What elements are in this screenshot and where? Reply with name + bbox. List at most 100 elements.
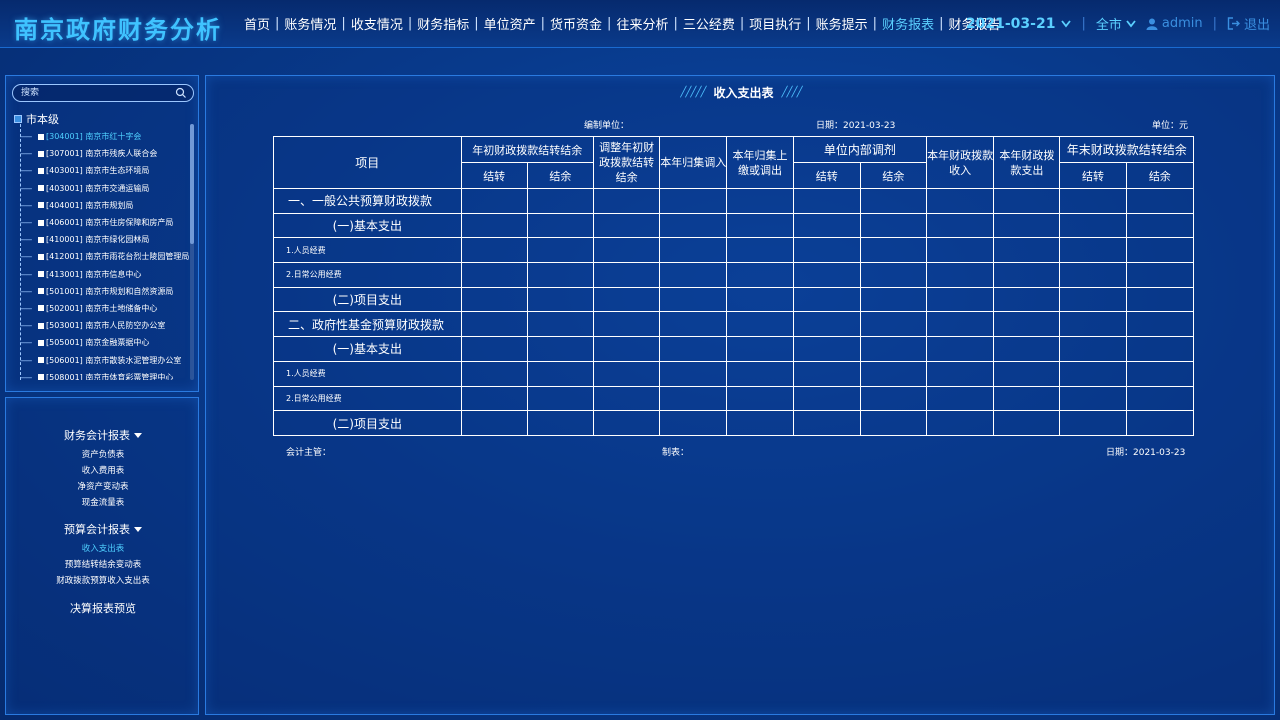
tree-connector: ------ (20, 183, 32, 193)
tree-item-label: [412001] 南京市雨花台烈士陵园管理局 (46, 252, 190, 262)
nav-item[interactable]: 货币资金 (546, 14, 606, 33)
table-cell (592, 237, 661, 264)
table-cell (659, 311, 728, 338)
tree-item[interactable]: ------ [503001] 南京市人民防空办公室 (20, 317, 190, 334)
region-selector[interactable]: 全市 (1096, 14, 1136, 33)
table-cell (993, 237, 1061, 264)
tree-scrollbar[interactable] (190, 124, 194, 380)
table-cell (993, 336, 1061, 362)
menu-item[interactable]: 现金流量表 (6, 495, 200, 511)
search-icon[interactable] (175, 87, 187, 99)
table-cell (993, 188, 1061, 214)
tree-item[interactable]: ------ [403001] 南京市交通运输局 (20, 180, 190, 197)
tree-connector: ------ (20, 132, 32, 142)
table-cell (526, 188, 595, 214)
col-header-expense: 本年财政拨款支出 (993, 136, 1061, 189)
main-nav: 首页 | 账务情况 | 收支情况 | 财务指标 | 单位资产 | 货币资金 | 往来分析 | 三公经费 | 项目… (240, 14, 1004, 33)
tree-connector: ------ (20, 269, 32, 279)
user-icon (1146, 18, 1158, 30)
header-right: 2021-03-21 | 全市 admin | 退出 (966, 14, 1270, 34)
table-cell (460, 237, 528, 264)
tree-connector: ------ (20, 218, 32, 228)
tree-item[interactable]: ------ [413001] 南京市信息中心 (20, 266, 190, 283)
table-cell (1125, 262, 1195, 288)
table-cell (659, 237, 728, 264)
table-cell (993, 286, 1061, 313)
tree-item[interactable]: ------ [506001] 南京市散装水泥管理办公室 (20, 351, 190, 368)
col-header-end-balance: 结余 (1125, 162, 1195, 189)
tree-item[interactable]: ------ [502001] 南京市土地储备中心 (20, 300, 190, 317)
table-row: (一)基本支出 (273, 336, 1195, 362)
table-cell (592, 286, 661, 313)
tree-item[interactable]: ------ [304001] 南京市红十字会 (20, 128, 190, 145)
node-icon (38, 322, 44, 329)
node-icon (38, 167, 44, 174)
tree-connector: ------ (20, 355, 32, 365)
table-cell (993, 360, 1061, 387)
tree-item[interactable]: ------ [307001] 南京市残疾人联合会 (20, 145, 190, 162)
search-input[interactable] (21, 86, 171, 100)
nav-item[interactable]: 收支情况 (347, 14, 407, 33)
tree-item-label: [406001] 南京市住房保障和房产局 (46, 218, 174, 228)
table-cell (993, 311, 1061, 338)
menu-title-budget[interactable]: 预算会计报表 (64, 521, 142, 537)
tree-item[interactable]: ------ [508001] 南京市体育彩票管理中心 (20, 369, 190, 380)
menu-item[interactable]: 资产负债表 (6, 447, 200, 463)
table-cell (726, 410, 794, 436)
table-cell (1059, 262, 1127, 288)
menu-item[interactable]: 净资产变动表 (6, 479, 200, 495)
collapse-icon (14, 115, 22, 123)
menu-item[interactable]: 收入费用表 (6, 463, 200, 479)
tree-item[interactable]: ------ [505001] 南京金融票据中心 (20, 334, 190, 351)
table-cell (659, 410, 728, 436)
table-cell (1125, 237, 1195, 264)
tree-connector: ------ (20, 321, 32, 331)
nav-item[interactable]: 账务情况 (280, 14, 340, 33)
table-cell (659, 385, 728, 412)
table-row: (二)项目支出 (273, 410, 1195, 436)
tree-connector: ------ (20, 149, 32, 159)
menu-item[interactable]: 财政拨款预算收入支出表 (6, 573, 200, 589)
tree-item[interactable]: ------ [501001] 南京市规划和自然资源局 (20, 283, 190, 300)
date-selector[interactable]: 2021-03-21 (966, 16, 1072, 32)
node-icon (38, 202, 44, 209)
row-label: 1.人员经费 (273, 237, 462, 264)
nav-item[interactable]: 三公经费 (679, 14, 739, 33)
nav-item[interactable]: 财务报表 (878, 14, 938, 33)
tree-item[interactable]: ------ [403001] 南京市生态环境局 (20, 162, 190, 179)
table-cell (792, 385, 861, 412)
nav-item[interactable]: 账务提示 (812, 14, 872, 33)
table-cell (1059, 360, 1127, 387)
menu-title-financial[interactable]: 财务会计报表 (64, 427, 142, 443)
table-cell (526, 262, 595, 288)
tree-item-label: [307001] 南京市残疾人联合会 (46, 149, 158, 159)
nav-item[interactable]: 往来分析 (612, 14, 672, 33)
nav-item[interactable]: 财务指标 (413, 14, 473, 33)
table-cell (592, 188, 661, 214)
user-menu[interactable]: admin (1146, 16, 1203, 31)
tree-item[interactable]: ------ [410001] 南京市绿化园林局 (20, 231, 190, 248)
col-header-adjust: 调整年初财政拨款结转结余 (592, 136, 661, 189)
menu-group-financial: 财务会计报表 资产负债表 收入费用表 净资产变动表 现金流量表 (6, 424, 200, 511)
menu-item[interactable]: 收入支出表 (6, 541, 200, 557)
table-cell (659, 286, 728, 313)
nav-item[interactable]: 项目执行 (745, 14, 805, 33)
row-label: 1.人员经费 (273, 360, 462, 387)
table-cell (460, 336, 528, 362)
menu-title-final[interactable]: 决算报表预览 (70, 600, 136, 616)
menu-title-label: 财务会计报表 (64, 429, 130, 442)
tree-item[interactable]: ------ [404001] 南京市规划局 (20, 197, 190, 214)
table-cell (926, 410, 995, 436)
row-label: 二、政府性基金预算财政拨款 (273, 311, 462, 338)
nav-item[interactable]: 单位资产 (480, 14, 540, 33)
menu-item[interactable]: 预算结转结余变动表 (6, 557, 200, 573)
caret-down-icon (134, 526, 142, 532)
logout-button[interactable]: 退出 (1227, 14, 1270, 33)
tree-item[interactable]: ------ [406001] 南京市住房保障和房产局 (20, 214, 190, 231)
tree-item-label: [508001] 南京市体育彩票管理中心 (46, 372, 174, 380)
nav-item[interactable]: 首页 (240, 14, 274, 33)
col-header-end-carry: 结转 (1059, 162, 1127, 189)
tree-item[interactable]: ------ [412001] 南京市雨花台烈士陵园管理局 (20, 248, 190, 265)
table-cell (792, 336, 861, 362)
scrollbar-thumb[interactable] (190, 124, 194, 244)
